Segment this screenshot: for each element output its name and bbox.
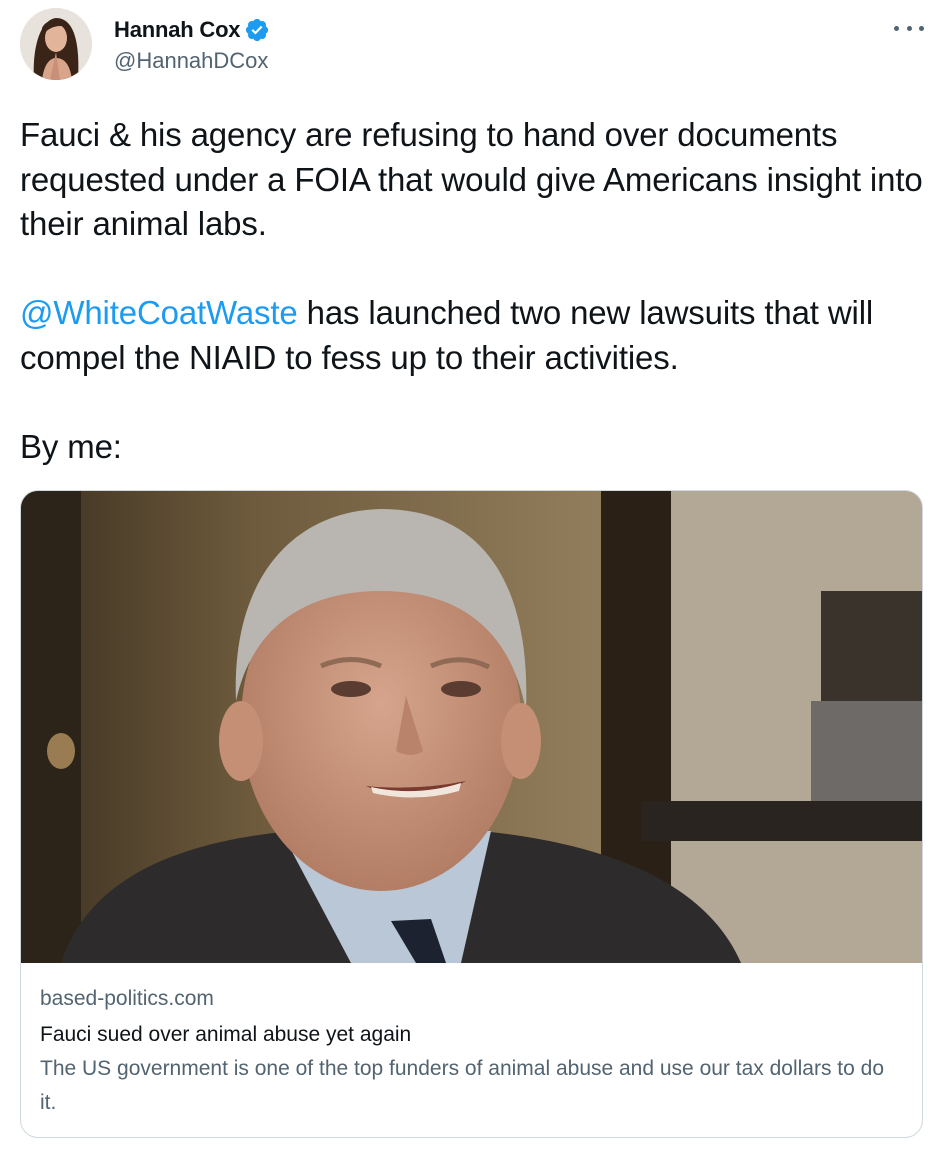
card-photo (21, 491, 922, 963)
tweet: Hannah Cox @HannahDCox Fauci & his agenc… (0, 0, 948, 1156)
user-handle[interactable]: @HannahDCox (114, 48, 270, 74)
card-meta: based-politics.com Fauci sued over anima… (40, 985, 902, 1120)
tweet-paragraph-1: Fauci & his agency are refusing to hand … (20, 116, 923, 242)
card-description: The US government is one of the top fund… (40, 1057, 885, 1114)
verified-badge-icon (244, 17, 270, 43)
card-domain: based-politics.com (40, 987, 214, 1010)
name-row: Hannah Cox (114, 14, 270, 46)
dot (894, 25, 899, 31)
display-name[interactable]: Hannah Cox (114, 17, 241, 43)
tweet-paragraph-2: @WhiteCoatWaste has launched two new law… (20, 291, 932, 380)
more-options-icon[interactable] (894, 18, 924, 38)
card-image[interactable] (21, 491, 922, 963)
link-preview-card[interactable]: based-politics.com Fauci sued over anima… (20, 490, 923, 1138)
dot (906, 25, 912, 31)
card-title: Fauci sued over animal abuse yet again (40, 1023, 412, 1046)
avatar-image (20, 8, 92, 80)
author-info: Hannah Cox @HannahDCox (114, 14, 270, 74)
tweet-text: Fauci & his agency are refusing to hand … (20, 113, 932, 469)
dot (919, 25, 924, 31)
tweet-paragraph-3: By me: (20, 427, 122, 465)
mention-link[interactable]: @WhiteCoatWaste (20, 294, 298, 331)
avatar[interactable] (20, 8, 92, 80)
